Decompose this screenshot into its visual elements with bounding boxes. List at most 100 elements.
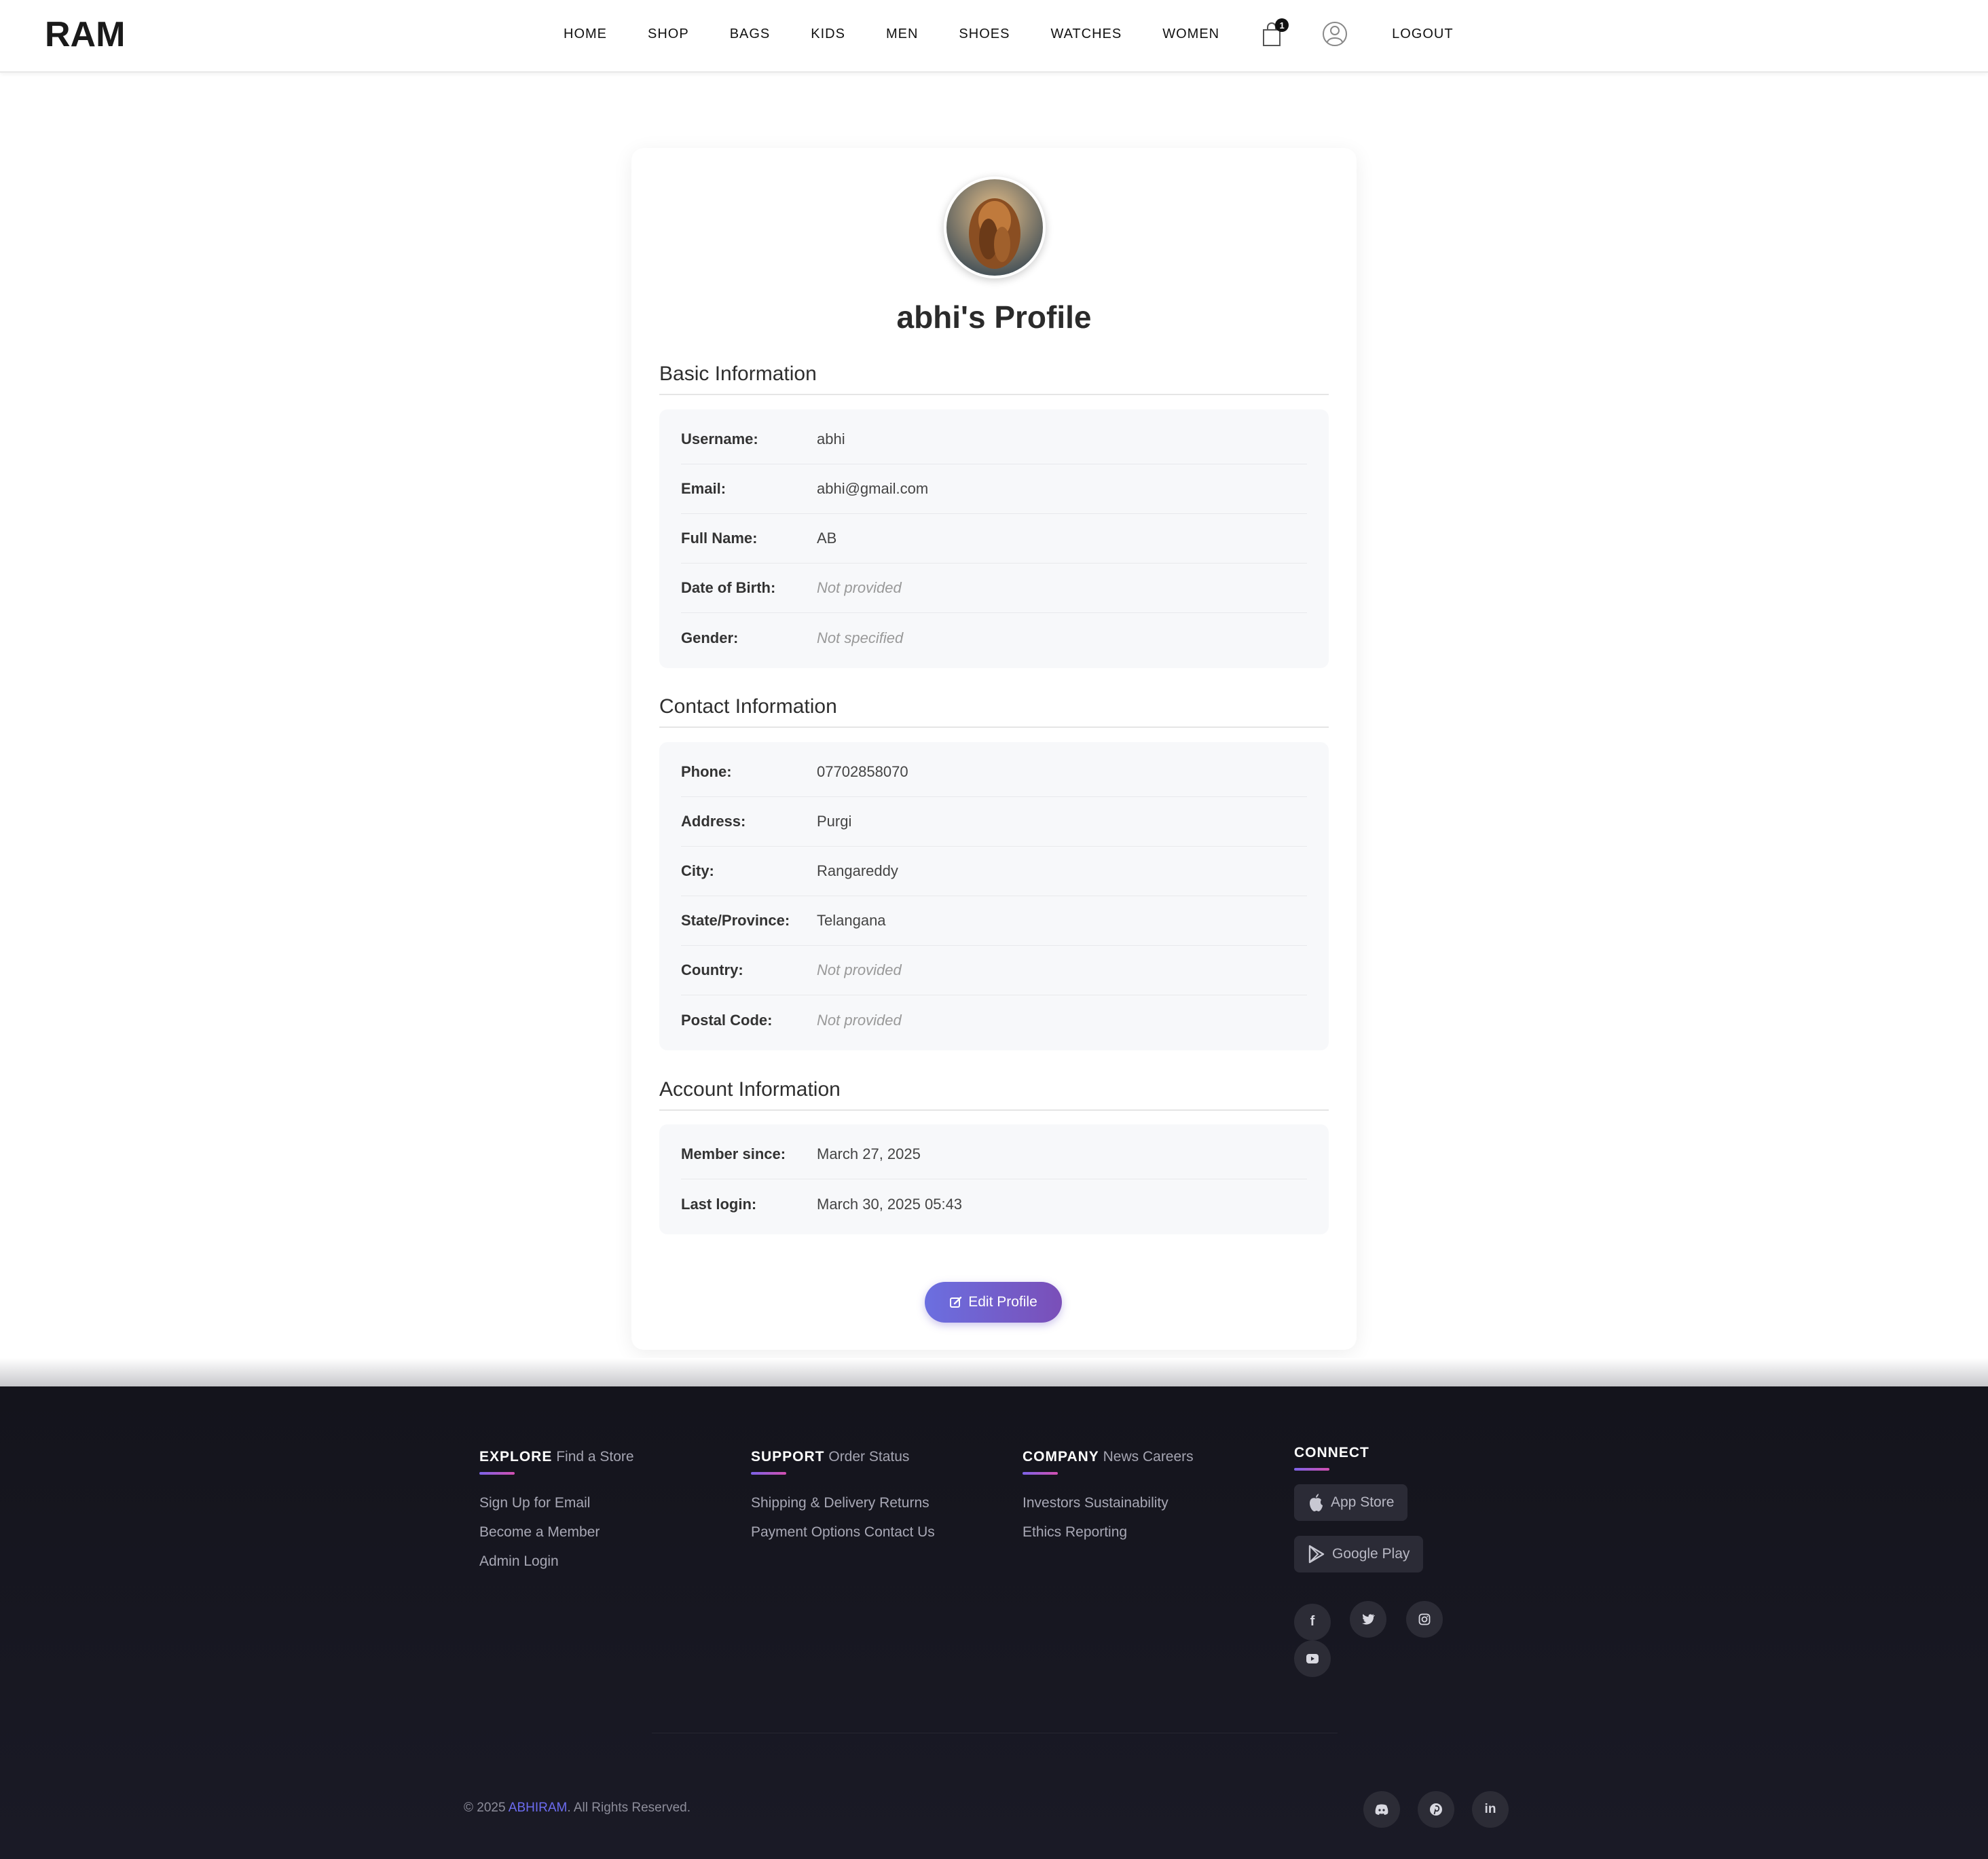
nav-shoes[interactable]: SHOES — [959, 26, 1010, 42]
footer-col-connect: CONNECT App Store Google Play f — [1294, 1445, 1457, 1677]
google-play-button[interactable]: Google Play — [1294, 1536, 1424, 1572]
account-info-box: Member since: March 27, 2025 Last login: M… — [659, 1124, 1329, 1234]
edit-profile-button[interactable]: Edit Profile — [925, 1282, 1062, 1323]
info-row: Email: abhi@gmail.com — [681, 464, 1307, 514]
footer-heading: SUPPORT — [751, 1449, 825, 1465]
logo[interactable]: RAM — [45, 12, 128, 56]
nav-kids[interactable]: KIDS — [811, 26, 845, 42]
field-value: Rangareddy — [817, 862, 898, 879]
nav-men[interactable]: MEN — [886, 26, 918, 42]
field-value: Not specified — [817, 629, 904, 646]
info-row: Last login: March 30, 2025 05:43 — [681, 1179, 1307, 1229]
field-label: Username: — [681, 430, 758, 447]
edit-icon — [950, 1296, 962, 1308]
field-value: Not provided — [817, 579, 902, 596]
instagram-icon[interactable] — [1405, 1601, 1443, 1638]
app-store-button[interactable]: App Store — [1294, 1484, 1408, 1521]
info-row: Phone: 07702858070 — [681, 748, 1307, 797]
profile-card: abhi's Profile Basic Information Usernam… — [631, 148, 1357, 1350]
field-value: Not provided — [817, 961, 902, 978]
footer-link[interactable]: Shipping & Delivery Returns — [751, 1495, 935, 1524]
field-label: Phone: — [681, 763, 732, 780]
info-row: Country: Not provided — [681, 946, 1307, 995]
nav-women[interactable]: WOMEN — [1162, 26, 1219, 42]
heading-underline — [751, 1472, 786, 1475]
profile-title: abhi's Profile — [896, 299, 1092, 335]
field-value: Purgi — [817, 813, 852, 830]
user-account-icon[interactable] — [1321, 20, 1348, 48]
info-row: Username: abhi — [681, 415, 1307, 464]
field-label: Full Name: — [681, 530, 758, 547]
footer-col-company: COMPANY News Careers Investors Sustainab… — [1023, 1449, 1194, 1553]
footer-link[interactable]: Investors Sustainability — [1023, 1495, 1194, 1524]
edit-profile-label: Edit Profile — [968, 1294, 1037, 1310]
info-row: State/Province: Telangana — [681, 896, 1307, 946]
nav-bags[interactable]: BAGS — [730, 26, 771, 42]
footer-link[interactable]: Sign Up for Email — [479, 1495, 634, 1524]
nav-shop[interactable]: SHOP — [648, 26, 689, 42]
nav-home[interactable]: HOME — [564, 26, 607, 42]
footer-col-support: SUPPORT Order Status Shipping & Delivery… — [751, 1449, 935, 1553]
footer-heading: CONNECT — [1294, 1445, 1369, 1460]
field-label: Postal Code: — [681, 1011, 773, 1029]
section-title-account: Account Information — [659, 1078, 1329, 1111]
footer-heading-link[interactable]: Find a Store — [556, 1449, 633, 1465]
info-row: Address: Purgi — [681, 797, 1307, 847]
main-nav: HOME SHOP BAGS KIDS MEN SHOES WATCHES WO… — [564, 0, 1454, 68]
logout-link[interactable]: LOGOUT — [1392, 26, 1453, 42]
youtube-icon[interactable] — [1294, 1640, 1331, 1677]
section-title-contact: Contact Information — [659, 695, 1329, 728]
avatar — [944, 177, 1046, 278]
info-row: Date of Birth: Not provided — [681, 564, 1307, 613]
footer-heading-link[interactable]: News Careers — [1103, 1449, 1194, 1465]
field-value: Telangana — [817, 912, 886, 929]
twitter-icon[interactable] — [1350, 1601, 1387, 1638]
footer-link[interactable]: Admin Login — [479, 1553, 634, 1583]
field-value: 07702858070 — [817, 763, 908, 780]
field-label: Member since: — [681, 1145, 786, 1162]
site-footer: EXPLORE Find a Store Sign Up for Email B… — [0, 1386, 1988, 1859]
footer-heading: COMPANY — [1023, 1449, 1099, 1465]
copyright-year: © 2025 — [464, 1801, 506, 1815]
field-value: Not provided — [817, 1011, 902, 1029]
nav-watches[interactable]: WATCHES — [1050, 26, 1122, 42]
discord-icon[interactable] — [1363, 1791, 1400, 1828]
info-row: Full Name: AB — [681, 514, 1307, 564]
info-row: Member since: March 27, 2025 — [681, 1130, 1307, 1179]
field-label: City: — [681, 862, 714, 879]
field-label: Last login: — [681, 1195, 757, 1213]
info-row: Postal Code: Not provided — [681, 995, 1307, 1045]
info-row: Gender: Not specified — [681, 613, 1307, 663]
avatar-image — [946, 179, 1043, 276]
cart-count-badge: 1 — [1275, 18, 1289, 32]
cart-button[interactable]: 1 — [1260, 18, 1289, 47]
copyright: © 2025 ABHIRAM. All Rights Reserved. — [464, 1801, 691, 1816]
info-row: City: Rangareddy — [681, 847, 1307, 896]
field-value: March 30, 2025 05:43 — [817, 1195, 963, 1213]
app-store-label: App Store — [1331, 1494, 1395, 1510]
google-play-icon — [1308, 1545, 1325, 1564]
field-label: Gender: — [681, 629, 739, 646]
footer-link[interactable]: Become a Member — [479, 1524, 634, 1553]
basic-info-box: Username: abhi Email: abhi@gmail.com Full … — [659, 409, 1329, 668]
contact-info-box: Phone: 07702858070 Address: Purgi City: Ran… — [659, 742, 1329, 1050]
field-label: State/Province: — [681, 912, 790, 929]
google-play-label: Google Play — [1332, 1546, 1410, 1562]
field-value: March 27, 2025 — [817, 1145, 921, 1162]
pinterest-icon[interactable] — [1418, 1791, 1454, 1828]
footer-link[interactable]: Payment Options Contact Us — [751, 1524, 935, 1553]
section-title-basic: Basic Information — [659, 363, 1329, 395]
facebook-icon[interactable]: f — [1294, 1603, 1331, 1640]
copyright-brand-link[interactable]: ABHIRAM — [509, 1801, 568, 1815]
heading-underline — [1294, 1468, 1329, 1471]
footer-heading: EXPLORE — [479, 1449, 553, 1465]
copyright-rights: . All Rights Reserved. — [567, 1801, 691, 1815]
bottom-social-links: in — [1363, 1791, 1509, 1828]
footer-heading-link[interactable]: Order Status — [828, 1449, 909, 1465]
logo-text: RAM — [45, 15, 125, 54]
footer-link[interactable]: Ethics Reporting — [1023, 1524, 1194, 1553]
field-value: abhi@gmail.com — [817, 480, 929, 497]
linkedin-icon[interactable]: in — [1472, 1791, 1509, 1828]
field-label: Address: — [681, 813, 746, 830]
heading-underline — [479, 1472, 515, 1475]
